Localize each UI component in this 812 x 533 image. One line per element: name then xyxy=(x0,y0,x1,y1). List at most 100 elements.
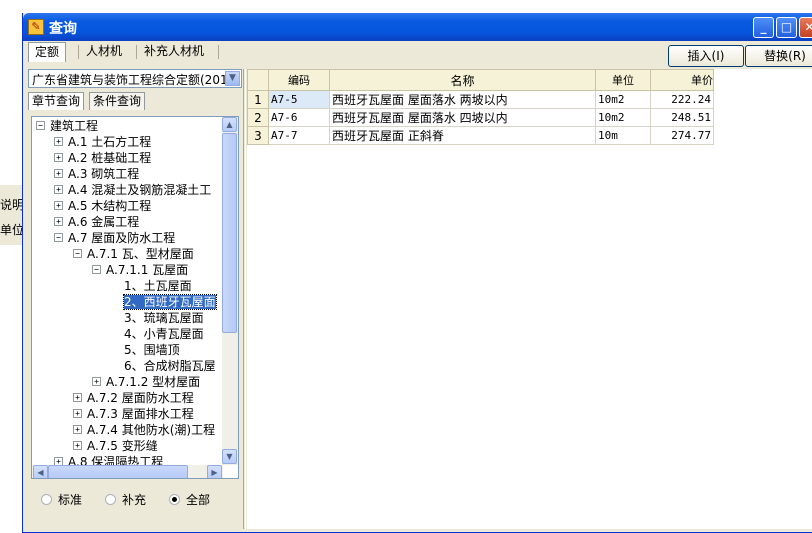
tab-chapter-query[interactable]: 章节查询 xyxy=(28,92,85,110)
radio-dot[interactable] xyxy=(169,494,180,505)
column-header-price[interactable]: 单价 xyxy=(650,69,714,91)
tree-node-label: A.7.5 变形缝 xyxy=(87,439,158,453)
expand-icon[interactable]: + xyxy=(54,201,63,210)
radio-label: 标准 xyxy=(58,493,83,507)
column-header-name[interactable]: 名称 xyxy=(329,69,596,91)
chapter-tree: − 建筑工程 + A.1 土石方工程 + A.2 桩基础工程 + A.3 砌筑工程 + A.4 混… xyxy=(31,116,239,479)
expand-icon[interactable]: + xyxy=(54,153,63,162)
close-button[interactable]: ✕ xyxy=(799,17,812,38)
tree-node[interactable]: + A.7.5 变形缝 xyxy=(73,438,158,454)
table-row[interactable]: 3 A7-7 西班牙瓦屋面 正斜脊 10m 274.77 xyxy=(247,126,714,145)
tree-node[interactable]: − A.7.1 瓦、型材屋面 xyxy=(73,246,194,262)
window-title: 查询 xyxy=(49,21,77,37)
tree-node-label: A.5 木结构工程 xyxy=(68,199,152,213)
tree-node[interactable]: + A.7.1.2 型材屋面 xyxy=(92,374,200,390)
tree-node[interactable]: + A.7.3 屋面排水工程 xyxy=(73,406,194,422)
tree-node[interactable]: 4、小青瓦屋面 xyxy=(124,326,204,342)
tab-labor-material-machine[interactable]: 人材机 xyxy=(80,42,128,62)
tab-divider xyxy=(78,45,79,59)
tree-vertical-thumb[interactable] xyxy=(222,133,237,333)
radio-dot[interactable] xyxy=(41,494,52,505)
column-header-code[interactable]: 编码 xyxy=(268,69,330,91)
tree-node[interactable]: + A.5 木结构工程 xyxy=(54,198,151,214)
expand-icon[interactable]: + xyxy=(54,457,63,465)
tree-node-label: 1、土瓦屋面 xyxy=(124,279,192,293)
title-bar[interactable]: ✎ 查询 _ □ ✕ xyxy=(23,13,812,41)
cell-code: A7-6 xyxy=(268,108,330,127)
tab-quota[interactable]: 定额 xyxy=(28,42,67,62)
collapse-icon[interactable]: − xyxy=(54,233,63,242)
tree-node[interactable]: + A.8 保温隔热工程 xyxy=(54,454,163,465)
scroll-right-icon[interactable]: ▶ xyxy=(207,465,222,478)
tree-node[interactable]: 3、琉璃瓦屋面 xyxy=(124,310,204,326)
insert-button[interactable]: 插入(I) xyxy=(668,45,744,67)
expand-icon[interactable]: + xyxy=(73,425,82,434)
tree-node[interactable]: 6、合成树脂瓦屋 xyxy=(124,358,216,374)
panel-splitter[interactable] xyxy=(243,69,246,529)
expand-icon[interactable]: + xyxy=(73,393,82,402)
results-table: 编码 名称 单位 单价 1 A7-5 西班牙瓦屋面 屋面落水 两坡以内 10m2 222… xyxy=(247,69,714,145)
tree-node-label: A.4 混凝土及钢筋混凝土工 xyxy=(68,183,212,197)
tree-horizontal-thumb[interactable] xyxy=(48,465,188,478)
tab-divider xyxy=(218,45,219,59)
scroll-down-icon[interactable]: ▼ xyxy=(222,449,237,464)
expand-icon[interactable]: + xyxy=(73,409,82,418)
tree-node-label: A.7.3 屋面排水工程 xyxy=(87,407,194,421)
replace-button[interactable]: 替换(R) xyxy=(745,45,812,67)
expand-icon[interactable]: + xyxy=(73,441,82,450)
tree-node[interactable]: 2、西班牙瓦屋面 xyxy=(123,294,217,310)
tree-node[interactable]: + A.3 砌筑工程 xyxy=(54,166,139,182)
tree-node[interactable]: + A.2 桩基础工程 xyxy=(54,150,151,166)
collapse-icon[interactable]: − xyxy=(92,265,101,274)
chevron-down-icon[interactable]: ▼ xyxy=(225,71,240,86)
tree-node-label: A.7 屋面及防水工程 xyxy=(68,231,176,245)
tree-node[interactable]: 1、土瓦屋面 xyxy=(124,278,192,294)
background-label-2: 单位 xyxy=(0,223,24,237)
expand-icon[interactable]: + xyxy=(92,377,101,386)
query-window: ✎ 查询 _ □ ✕ 定额 人材机 补充人材机 插入(I) 替换(R) 广东省建… xyxy=(22,13,812,533)
collapse-icon[interactable]: − xyxy=(73,249,82,258)
tree-node-label: A.7.1 瓦、型材屋面 xyxy=(87,247,194,261)
quota-library-select[interactable]: 广东省建筑与装饰工程综合定额(201 ▼ xyxy=(28,69,242,88)
scroll-left-icon[interactable]: ◀ xyxy=(33,465,48,478)
radio-all[interactable]: 全部 xyxy=(169,491,210,509)
tree-vertical-scrollbar[interactable]: ▲ ▼ xyxy=(222,117,238,465)
tree-node[interactable]: 5、围墙顶 xyxy=(124,342,180,358)
expand-icon[interactable]: + xyxy=(54,137,63,146)
tree-horizontal-scrollbar[interactable]: ◀ ▶ xyxy=(32,465,223,478)
table-row[interactable]: 1 A7-5 西班牙瓦屋面 屋面落水 两坡以内 10m2 222.24 xyxy=(247,90,714,109)
expand-icon[interactable]: + xyxy=(54,169,63,178)
maximize-button[interactable]: □ xyxy=(776,17,797,38)
tree-node[interactable]: − A.7.1.1 瓦屋面 xyxy=(92,262,188,278)
tree-node[interactable]: + A.7.4 其他防水(潮)工程 xyxy=(73,422,215,438)
tab-supplement-labor-material-machine[interactable]: 补充人材机 xyxy=(138,42,210,62)
tree-node-label: 2、西班牙瓦屋面 xyxy=(123,294,217,310)
radio-dot[interactable] xyxy=(105,494,116,505)
cell-name: 西班牙瓦屋面 屋面落水 两坡以内 xyxy=(329,90,596,109)
quota-results-grid: 编码 名称 单位 单价 1 A7-5 西班牙瓦屋面 屋面落水 两坡以内 10m2 222… xyxy=(247,69,812,529)
radio-supplement[interactable]: 补充 xyxy=(105,491,146,509)
tree-items: − 建筑工程 + A.1 土石方工程 + A.2 桩基础工程 + A.3 砌筑工程 + A.4 混… xyxy=(32,117,223,465)
row-number: 3 xyxy=(247,126,269,145)
tree-node[interactable]: − 建筑工程 xyxy=(36,118,98,134)
table-row[interactable]: 2 A7-6 西班牙瓦屋面 屋面落水 四坡以内 10m2 248.51 xyxy=(247,108,714,127)
tree-node-label: A.6 金属工程 xyxy=(68,215,140,229)
tree-node[interactable]: + A.1 土石方工程 xyxy=(54,134,151,150)
tree-node[interactable]: + A.4 混凝土及钢筋混凝土工 xyxy=(54,182,211,198)
scroll-up-icon[interactable]: ▲ xyxy=(222,117,237,132)
column-header-unit[interactable]: 单位 xyxy=(595,69,651,91)
collapse-icon[interactable]: − xyxy=(36,121,45,130)
table-body: 1 A7-5 西班牙瓦屋面 屋面落水 两坡以内 10m2 222.24 2 A7-6 西班牙瓦… xyxy=(247,90,714,145)
expand-icon[interactable]: + xyxy=(54,217,63,226)
minimize-button[interactable]: _ xyxy=(753,17,774,38)
expand-icon[interactable]: + xyxy=(54,185,63,194)
radio-label: 全部 xyxy=(186,493,211,507)
tree-node[interactable]: − A.7 屋面及防水工程 xyxy=(54,230,175,246)
tree-node[interactable]: + A.6 金属工程 xyxy=(54,214,139,230)
row-number: 1 xyxy=(247,90,269,109)
radio-standard[interactable]: 标准 xyxy=(41,491,82,509)
app-icon: ✎ xyxy=(28,19,44,35)
tab-condition-query[interactable]: 条件查询 xyxy=(89,92,146,110)
tree-node[interactable]: + A.7.2 屋面防水工程 xyxy=(73,390,194,406)
cell-unit: 10m2 xyxy=(595,108,651,127)
